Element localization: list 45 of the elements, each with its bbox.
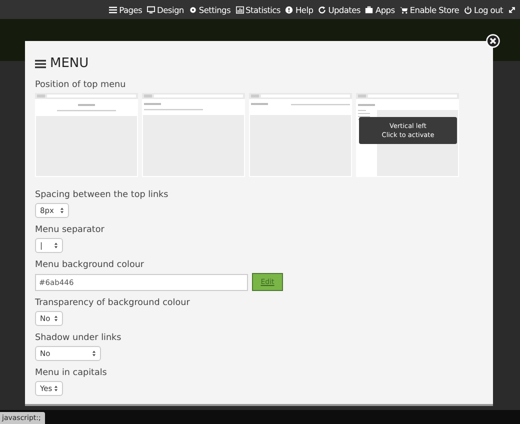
expand-icon[interactable]: [508, 6, 516, 14]
menu-icon: [35, 58, 46, 68]
layout-option[interactable]: [35, 93, 138, 177]
cart-icon: [400, 6, 408, 14]
nav-link[interactable]: Enable Store: [400, 4, 460, 14]
nav-link[interactable]: Log out: [464, 4, 503, 14]
nav-label: Updates: [328, 4, 360, 14]
briefcase-icon: [365, 6, 374, 14]
nav-label: Help: [295, 4, 314, 14]
nav-link[interactable]: Updates: [318, 4, 360, 14]
nav-link[interactable]: Pages: [109, 4, 142, 14]
bar-chart-icon: [236, 6, 244, 14]
field-label: Transparency of background colour: [35, 298, 191, 308]
nav-link[interactable]: Help: [285, 4, 314, 14]
nav-label: Statistics: [246, 4, 280, 14]
sort-caret-icon: [54, 385, 58, 392]
list-icon: [109, 6, 118, 14]
monitor-icon: [147, 6, 156, 14]
nav-link[interactable]: Design: [147, 4, 184, 14]
power-icon: [464, 6, 472, 14]
field-label: Spacing between the top links: [35, 190, 170, 200]
sort-caret-icon: [92, 350, 96, 357]
layout-option[interactable]: [142, 93, 245, 177]
field-label: Menu separator: [35, 225, 106, 235]
nav-link[interactable]: Statistics: [236, 4, 280, 14]
layout-option[interactable]: [249, 93, 352, 177]
nav-link[interactable]: Settings: [188, 4, 231, 14]
modal-title: MENU: [50, 56, 89, 71]
sort-caret-icon: [54, 242, 58, 249]
sort-caret-icon: [54, 315, 58, 322]
nav-label: Enable Store: [410, 4, 460, 14]
field-label: Position of top menu: [35, 80, 127, 90]
help-icon: [285, 6, 294, 14]
nav-label: Log out: [474, 4, 503, 14]
close-icon[interactable]: [486, 34, 500, 48]
nav-label: Apps: [375, 4, 395, 14]
nav-label: Settings: [198, 4, 231, 14]
nav-label: Pages: [119, 4, 142, 14]
field-label: Shadow under links: [35, 333, 122, 343]
nav-label: Design: [157, 4, 184, 14]
refresh-icon: [318, 6, 326, 14]
field-label: Menu background colour: [35, 260, 146, 270]
sort-caret-icon: [60, 207, 64, 214]
nav-link[interactable]: Apps: [365, 4, 395, 14]
field-label: Menu in capitals: [35, 368, 108, 378]
